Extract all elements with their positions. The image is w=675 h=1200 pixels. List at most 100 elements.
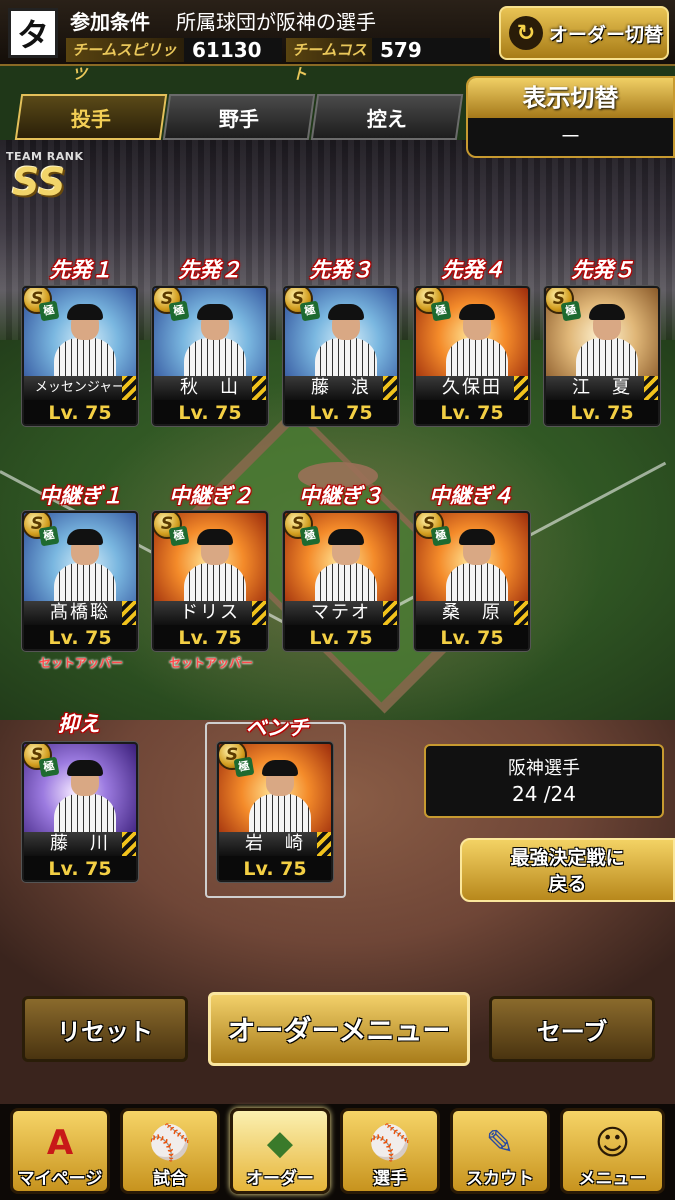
player-level: Lv. 75	[219, 856, 331, 880]
player-card-reliever-1[interactable]: S 極 髙橋聡 Lv. 75	[22, 511, 138, 651]
nav-player[interactable]: ⚾ 選手	[340, 1108, 440, 1194]
uniform	[184, 338, 246, 378]
hazard-stripe	[122, 601, 136, 625]
slot-label-reliever-2: 中継ぎ２	[169, 484, 253, 508]
reset-button[interactable]: リセット	[22, 996, 188, 1062]
slot-label-starter-2: 先発２	[178, 258, 242, 282]
player-card-closer[interactable]: S 極 藤 川 Lv. 75	[22, 742, 138, 882]
tab-reserve[interactable]: 控え	[310, 94, 464, 140]
team-cost-value: 579	[372, 38, 490, 62]
player-name: 秋 山	[154, 376, 266, 400]
order-switch-button[interactable]: ↻ オーダー切替	[499, 6, 669, 60]
player-level: Lv. 75	[24, 856, 136, 880]
team-cost-label: チームコスト	[286, 38, 372, 83]
rarity-kiwami-icon: 極	[430, 300, 452, 322]
player-card-bench[interactable]: S 極 岩 崎 Lv. 75	[217, 742, 333, 882]
diamond-field-icon: ◆	[266, 1123, 294, 1163]
nav-scout[interactable]: ✎ スカウト	[450, 1108, 550, 1194]
tab-pitcher[interactable]: 投手	[14, 94, 168, 140]
player-level: Lv. 75	[546, 400, 658, 424]
rarity-kiwami-icon: 極	[168, 525, 190, 547]
rarity-kiwami-icon: 極	[299, 300, 321, 322]
player-card-starter-2[interactable]: S 極 秋 山 Lv. 75	[152, 286, 268, 426]
slot-label-starter-1: 先発１	[49, 258, 113, 282]
nav-label: スカウト	[466, 1169, 534, 1189]
player-figure	[54, 760, 116, 834]
save-button[interactable]: セーブ	[489, 996, 655, 1062]
nav-label: マイページ	[17, 1169, 103, 1189]
player-level: Lv. 75	[154, 400, 266, 424]
player-card-starter-4[interactable]: S 極 久保田 Lv. 75	[414, 286, 530, 426]
player-level: Lv. 75	[24, 400, 136, 424]
player-figure	[54, 304, 116, 378]
player-level: Lv. 75	[24, 625, 136, 649]
slot-label-starter-3: 先発３	[309, 258, 373, 282]
player-card-reliever-3[interactable]: S 極 マテオ Lv. 75	[283, 511, 399, 651]
player-name: 桑 原	[416, 601, 528, 625]
rarity-kiwami-icon: 極	[299, 525, 321, 547]
cap	[459, 304, 495, 320]
rarity-kiwami-icon: 極	[38, 756, 60, 778]
nav-label: オーダー	[246, 1169, 314, 1189]
nav-mypage[interactable]: A マイページ	[10, 1108, 110, 1194]
player-level: Lv. 75	[416, 625, 528, 649]
tab-label: 野手	[219, 106, 259, 131]
rarity-kiwami-icon: 極	[233, 756, 255, 778]
hazard-stripe	[383, 376, 397, 400]
player-card-reliever-4[interactable]: S 極 桑 原 Lv. 75	[414, 511, 530, 651]
condition-value: 所属球団が阪神の選手	[176, 10, 376, 34]
cap	[197, 529, 233, 545]
display-toggle-button[interactable]: 表示切替 －	[466, 76, 675, 158]
uniform	[184, 563, 246, 603]
nav-label: 選手	[373, 1169, 407, 1189]
player-level: Lv. 75	[285, 400, 397, 424]
player-figure	[446, 304, 508, 378]
player-card-reliever-2[interactable]: S 極 ドリス Lv. 75	[152, 511, 268, 651]
cap	[197, 304, 233, 320]
team-spirit-value: 61130	[184, 38, 282, 62]
slot-label-starter-5: 先発５	[571, 258, 635, 282]
hazard-stripe	[514, 601, 528, 625]
rarity-kiwami-icon: 極	[38, 300, 60, 322]
team-spirit-label: チームスピリッツ	[66, 38, 184, 83]
order-menu-button[interactable]: オーダーメニュー	[208, 992, 470, 1066]
player-card-starter-1[interactable]: S 極 メッセンジャー Lv. 75	[22, 286, 138, 426]
player-card-starter-3[interactable]: S 極 藤 浪 Lv. 75	[283, 286, 399, 426]
player-name: 藤 浪	[285, 376, 397, 400]
back-to-tournament-button[interactable]: 最強決定戦に 戻る	[460, 838, 675, 902]
swap-circle-icon: ↻	[509, 16, 543, 50]
cap	[67, 760, 103, 776]
slot-label-reliever-4: 中継ぎ４	[429, 484, 513, 508]
uniform	[576, 338, 638, 378]
role-label-reliever-2: セットアッパー	[168, 656, 253, 670]
slot-label-bench: ベンチ	[245, 716, 309, 740]
hazard-stripe	[644, 376, 658, 400]
cap	[459, 529, 495, 545]
team-rank-value: SS	[12, 160, 66, 204]
player-level: Lv. 75	[416, 400, 528, 424]
slot-label-starter-4: 先発４	[441, 258, 505, 282]
header-bar: タ 参加条件 所属球団が阪神の選手 チームスピリッツ 61130 チームコスト …	[0, 0, 675, 83]
player-card-starter-5[interactable]: S 極 江 夏 Lv. 75	[544, 286, 660, 426]
uniform	[446, 563, 508, 603]
slot-label-closer: 抑え	[58, 712, 100, 736]
roster-count-panel: 阪神選手 24 /24	[424, 744, 664, 818]
hazard-stripe	[252, 601, 266, 625]
tab-fielder[interactable]: 野手	[162, 94, 316, 140]
nav-label: メニュー	[578, 1169, 647, 1189]
order-switch-label: オーダー切替	[549, 23, 664, 46]
nav-match[interactable]: ⚾ 試合	[120, 1108, 220, 1194]
player-name: ドリス	[154, 601, 266, 625]
tab-label: 控え	[367, 106, 407, 131]
display-toggle-value: －	[559, 125, 582, 150]
scout-card-icon: ✎	[485, 1123, 515, 1163]
cap	[589, 304, 625, 320]
nav-label: 試合	[153, 1169, 187, 1189]
hazard-stripe	[122, 376, 136, 400]
player-level: Lv. 75	[285, 625, 397, 649]
nav-menu[interactable]: ☺ メニュー	[560, 1108, 665, 1194]
back-button-line-1: 最強決定戦に	[510, 847, 625, 869]
hazard-stripe	[252, 376, 266, 400]
player-name: 岩 崎	[219, 832, 331, 856]
nav-order[interactable]: ◆ オーダー	[230, 1108, 330, 1194]
